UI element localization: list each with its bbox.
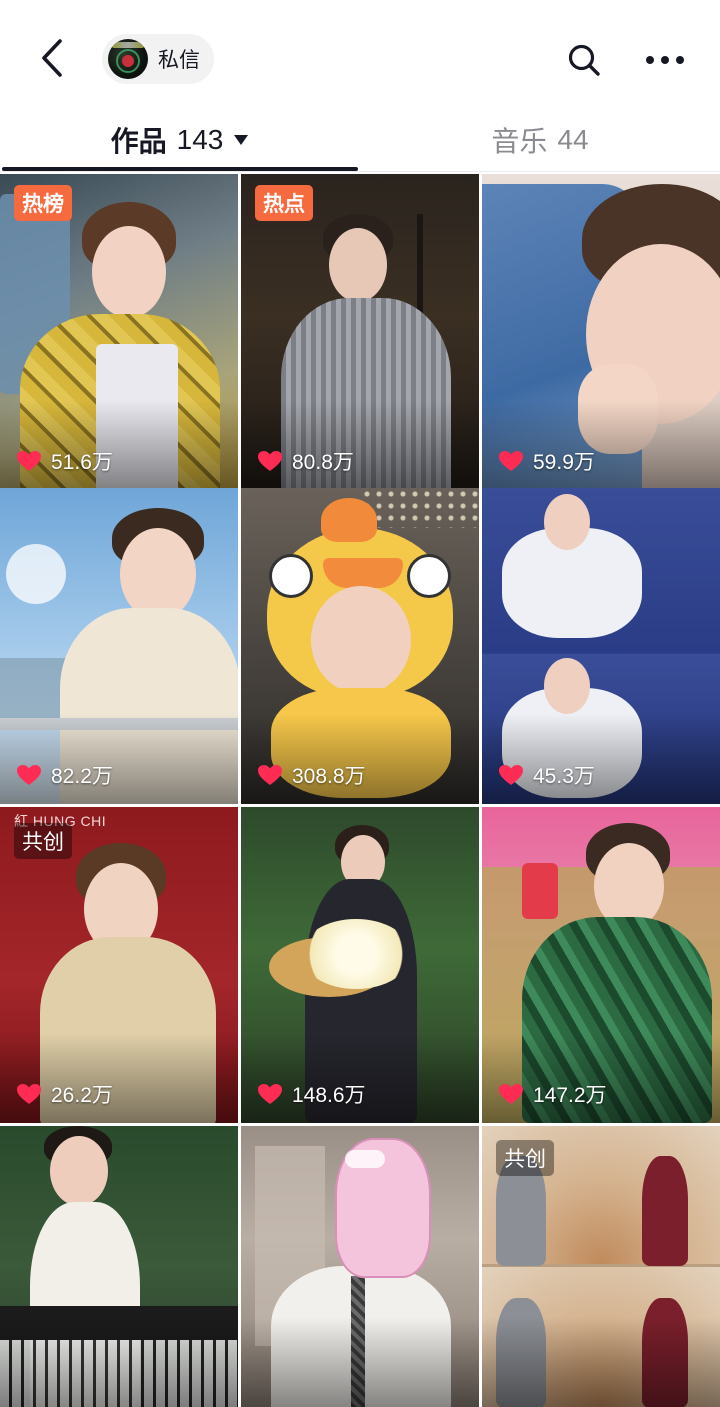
chevron-left-icon — [42, 39, 62, 77]
like-count-value: 148.6万 — [292, 1084, 366, 1107]
tab-music-count: 44 — [557, 124, 589, 155]
heart-icon — [499, 1084, 523, 1104]
video-thumbnail[interactable] — [0, 1126, 238, 1407]
tab-music[interactable]: 音乐 44 — [360, 110, 720, 170]
co-creation-badge: 共创 — [14, 823, 72, 859]
heart-icon — [258, 1084, 282, 1104]
ellipsis-icon — [646, 56, 684, 64]
video-thumbnail[interactable]: 308.8万 — [241, 488, 479, 804]
video-thumbnail[interactable]: 147.2万 — [482, 807, 720, 1123]
video-thumbnail[interactable]: 45.3万 — [482, 488, 720, 804]
tab-works-label: 作品 — [110, 126, 167, 157]
heart-icon — [499, 451, 523, 471]
video-thumbnail[interactable]: 紅 HUNG CHI 共创 26.2万 — [0, 807, 238, 1123]
heart-icon — [17, 451, 41, 471]
like-count: 59.9万 — [498, 446, 595, 476]
video-thumbnail[interactable]: 148.6万 — [241, 807, 479, 1123]
like-count: 51.6万 — [16, 446, 113, 476]
like-count: 308.8万 — [257, 760, 366, 790]
tab-works-count: 143 — [176, 124, 224, 155]
like-count-value: 308.8万 — [292, 765, 366, 788]
heart-icon — [17, 1084, 41, 1104]
like-count: 45.3万 — [498, 760, 595, 790]
divider — [0, 171, 720, 172]
direct-message-button[interactable]: 私信 — [102, 34, 214, 84]
video-thumbnail[interactable]: 82.2万 — [0, 488, 238, 804]
video-thumbnail[interactable] — [241, 1126, 479, 1407]
like-count-value: 82.2万 — [51, 765, 113, 788]
like-count: 80.8万 — [257, 446, 354, 476]
direct-message-label: 私信 — [158, 49, 200, 72]
tab-music-label: 音乐 — [491, 126, 548, 157]
heart-icon — [258, 451, 282, 471]
like-count: 26.2万 — [16, 1079, 113, 1109]
avatar — [108, 39, 148, 79]
heart-icon — [17, 765, 41, 785]
heart-icon — [258, 765, 282, 785]
like-count-value: 59.9万 — [533, 451, 595, 474]
more-options-button[interactable] — [640, 38, 690, 82]
like-count-value: 147.2万 — [533, 1084, 607, 1107]
like-count-value: 51.6万 — [51, 451, 113, 474]
video-thumbnail[interactable]: 共创 — [482, 1126, 720, 1407]
video-thumbnail[interactable]: 热榜 51.6万 — [0, 174, 238, 490]
tab-works[interactable]: 作品 143 — [0, 110, 360, 170]
like-count: 82.2万 — [16, 760, 113, 790]
top-bar: 私信 — [0, 0, 720, 118]
search-icon — [568, 44, 600, 76]
like-count-value: 80.8万 — [292, 451, 354, 474]
video-thumbnail[interactable]: 热点 80.8万 — [241, 174, 479, 490]
caret-down-icon[interactable] — [233, 134, 249, 146]
trending-badge: 热点 — [255, 185, 313, 221]
search-button[interactable] — [562, 38, 606, 82]
like-count: 148.6万 — [257, 1079, 366, 1109]
video-thumbnail[interactable]: 59.9万 — [482, 174, 720, 490]
back-button[interactable] — [30, 36, 74, 80]
like-count-value: 45.3万 — [533, 765, 595, 788]
heart-icon — [499, 765, 523, 785]
like-count: 147.2万 — [498, 1079, 607, 1109]
hot-list-badge: 热榜 — [14, 185, 72, 221]
co-creation-badge: 共创 — [496, 1140, 554, 1176]
like-count-value: 26.2万 — [51, 1084, 113, 1107]
